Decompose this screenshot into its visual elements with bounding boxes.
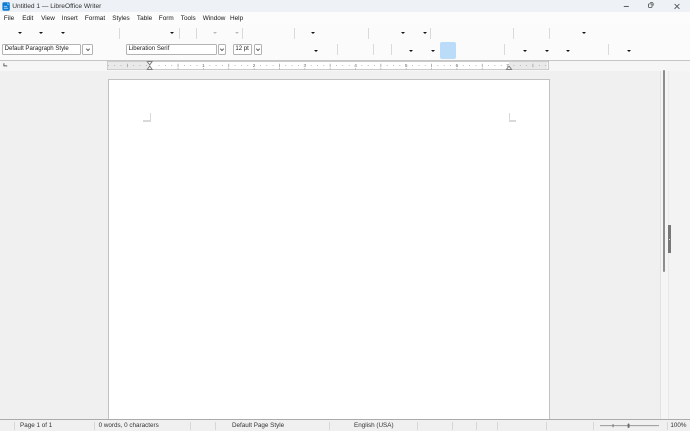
- svg-text:6: 6: [456, 63, 459, 68]
- svg-text:3: 3: [303, 63, 306, 68]
- svg-text:1: 1: [202, 63, 205, 68]
- svg-text:5: 5: [405, 63, 408, 68]
- svg-text:2: 2: [253, 63, 256, 68]
- svg-text:4: 4: [354, 63, 357, 68]
